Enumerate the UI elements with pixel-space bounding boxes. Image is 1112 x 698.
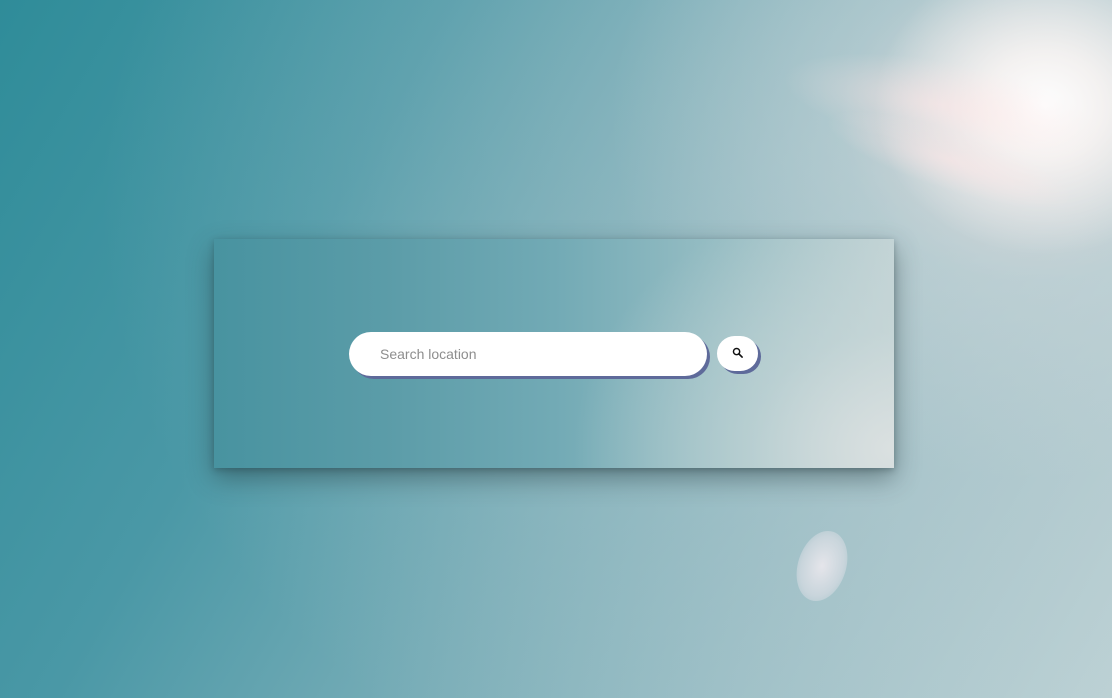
search-field[interactable] <box>349 332 707 376</box>
search-input[interactable] <box>378 345 682 363</box>
lens-flare-spot <box>788 524 856 608</box>
search-button[interactable] <box>717 336 758 371</box>
search-icon <box>732 345 743 363</box>
